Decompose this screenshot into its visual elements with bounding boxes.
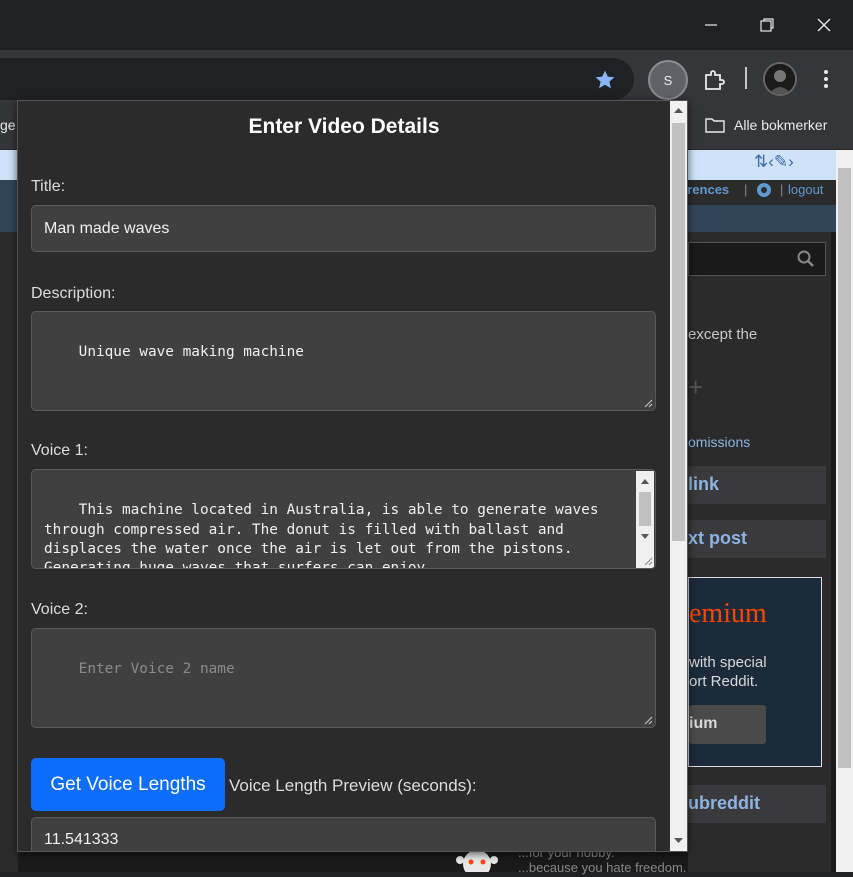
voice2-label: Voice 2:	[31, 601, 88, 618]
voice2-textarea[interactable]: Enter Voice 2 name	[31, 628, 656, 728]
premium-title: emium	[689, 598, 767, 629]
background-left-strip	[0, 232, 18, 872]
resize-grip-icon[interactable]	[643, 715, 653, 725]
close-window-button[interactable]	[795, 0, 853, 50]
more-vertical-icon	[824, 70, 828, 88]
reddit-header-tools-icons[interactable]: ⇅‹✎›	[754, 152, 794, 172]
extensions-button[interactable]	[696, 62, 732, 98]
title-input-value: Man made waves	[44, 219, 170, 237]
premium-text-1: with special	[689, 654, 767, 671]
scroll-down-icon[interactable]	[640, 533, 650, 541]
all-bookmarks-folder[interactable]: Alle bokmerker	[734, 117, 827, 133]
minimize-button[interactable]	[682, 0, 740, 50]
search-icon	[797, 250, 814, 267]
gear-icon[interactable]	[754, 180, 774, 200]
popup-scrollbar[interactable]	[670, 101, 687, 851]
submissions-link[interactable]: omissions	[688, 434, 750, 450]
restore-icon	[760, 18, 774, 32]
premium-text-2: ort Reddit.	[689, 673, 759, 690]
toolbar-separator	[745, 67, 747, 89]
title-label: Title:	[31, 178, 66, 195]
page-scrollbar-thumb[interactable]	[838, 168, 851, 768]
voice-length-preview-value: 11.541333	[44, 831, 119, 848]
create-subreddit-button[interactable]: ubreddit	[688, 785, 826, 823]
voice1-value: This machine located in Australia, is ab…	[44, 502, 608, 569]
reddit-userbar: erences | | logout	[680, 180, 836, 205]
avatar[interactable]	[763, 62, 797, 96]
userbar-separator: |	[744, 182, 748, 197]
get-voice-lengths-button[interactable]: Get Voice Lengths	[31, 758, 225, 811]
premium-box: emium with special ort Reddit. ium	[688, 577, 822, 767]
reddit-sidebar: except the + omissions link xt post emiu…	[688, 232, 831, 872]
sidebar-plus: +	[688, 372, 704, 402]
restore-button[interactable]	[738, 0, 796, 50]
logout-link[interactable]: logout	[788, 182, 823, 197]
close-icon	[817, 18, 831, 32]
submit-text-post-button[interactable]: xt post	[688, 520, 826, 558]
voice1-label: Voice 1:	[31, 442, 88, 459]
freedom-text: ...because you hate freedom.	[518, 860, 687, 875]
title-input[interactable]: Man made waves	[31, 205, 656, 252]
search-box[interactable]	[688, 242, 826, 276]
description-textarea[interactable]: Unique wave making machine	[31, 311, 656, 411]
popup-scrollbar-thumb[interactable]	[672, 123, 685, 541]
description-label: Description:	[31, 285, 116, 302]
popup-heading: Enter Video Details	[248, 115, 440, 138]
voice1-scrollbar[interactable]	[636, 471, 654, 568]
scroll-up-icon[interactable]	[673, 106, 684, 114]
description-value: Unique wave making machine	[78, 344, 304, 361]
profile-s-button[interactable]: S	[648, 60, 688, 100]
resize-grip-icon[interactable]	[643, 556, 653, 566]
folder-icon	[705, 118, 725, 133]
bookmark-star-icon[interactable]	[594, 69, 616, 91]
bookmark-item-partial[interactable]: ge	[0, 117, 17, 133]
submit-link-button[interactable]: link	[688, 466, 826, 504]
avatar-image-icon	[765, 64, 795, 94]
puzzle-icon	[705, 70, 725, 90]
voice-length-preview-label: Voice Length Preview (seconds):	[229, 776, 477, 795]
userbar-separator-2: |	[780, 182, 784, 197]
voice1-scrollbar-thumb[interactable]	[639, 492, 651, 526]
address-bar[interactable]	[0, 58, 634, 100]
scroll-up-icon[interactable]	[640, 477, 650, 485]
voice-length-preview-field[interactable]: 11.541333	[31, 817, 656, 851]
profile-initial: S	[663, 72, 673, 88]
browser-menu-button[interactable]	[812, 62, 840, 96]
video-details-popup: Enter Video Details Title: Man made wave…	[17, 100, 688, 852]
scroll-down-icon[interactable]	[673, 837, 684, 845]
premium-button[interactable]: ium	[689, 705, 766, 744]
sidebar-text-except: except the	[688, 326, 758, 343]
resize-grip-icon[interactable]	[643, 398, 653, 408]
voice2-placeholder: Enter Voice 2 name	[78, 661, 235, 678]
minimize-icon	[705, 24, 717, 26]
voice1-textarea[interactable]: This machine located in Australia, is ab…	[31, 469, 656, 569]
